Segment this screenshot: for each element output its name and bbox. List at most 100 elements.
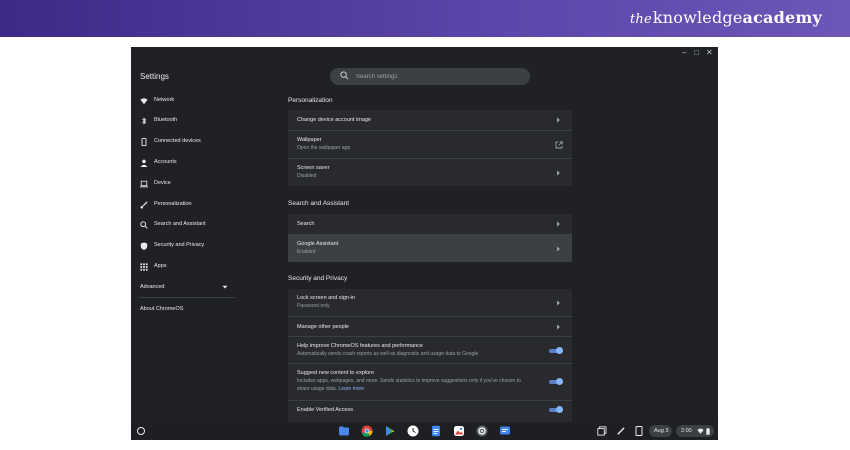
- phone-icon: [141, 138, 147, 146]
- window-titlebar: – □ ✕: [131, 47, 718, 61]
- time-label: 2:00: [681, 428, 692, 434]
- security-privacy-card: Lock screen and sign-in Password only Ma…: [288, 289, 572, 424]
- toggle-knob: [556, 406, 563, 413]
- row-google-assistant[interactable]: Google Assistant Enabled: [288, 234, 572, 262]
- docs-icon[interactable]: [430, 425, 442, 437]
- search-input[interactable]: [356, 68, 521, 85]
- row-screen-saver[interactable]: Screen saver Disabled: [288, 158, 572, 186]
- toggle-knob: [556, 378, 563, 385]
- bluetooth-icon: [142, 117, 147, 125]
- external-link-icon[interactable]: [555, 141, 563, 149]
- help-improve-toggle[interactable]: [549, 347, 563, 354]
- row-sublabel: Password only: [297, 303, 330, 309]
- row-help-improve: Help improve ChromeOS features and perfo…: [288, 336, 572, 363]
- suggest-content-toggle[interactable]: [549, 378, 563, 385]
- row-label: Search: [297, 221, 315, 227]
- brand-the: the: [629, 12, 652, 27]
- sidebar-item-device[interactable]: Device: [131, 175, 241, 193]
- sidebar-item-bluetooth[interactable]: Bluetooth: [131, 112, 241, 130]
- shelf: Aug 3 2:00: [131, 422, 718, 440]
- gallery-icon[interactable]: [453, 425, 465, 437]
- sidebar-item-security-and-privacy[interactable]: Security and Privacy: [131, 237, 241, 255]
- row-label: Wallpaper: [297, 137, 322, 143]
- laptop-icon: [140, 180, 148, 188]
- apps-grid-icon: [140, 263, 148, 271]
- restore-icon[interactable]: □: [694, 49, 699, 57]
- section-title-security-and-privacy: Security and Privacy: [288, 275, 348, 282]
- minimize-icon[interactable]: –: [682, 49, 686, 57]
- row-label: Manage other people: [297, 324, 349, 330]
- section-title-search-and-assistant: Search and Assistant: [288, 200, 350, 207]
- verified-access-toggle[interactable]: [549, 406, 563, 413]
- row-sublabel-line2: share usage data.: [297, 386, 338, 392]
- sidebar-item-label: Bluetooth: [154, 117, 178, 123]
- chevron-down-icon[interactable]: [222, 284, 228, 290]
- row-verified-access: Enable Verified Access: [288, 400, 572, 424]
- settings-window: – □ ✕ Settings Network Bluetooth Connect…: [131, 47, 718, 440]
- toggle-knob: [556, 347, 563, 354]
- learn-more-link[interactable]: Learn more: [338, 386, 364, 392]
- play-store-icon[interactable]: [384, 425, 396, 437]
- sidebar-item-network[interactable]: Network: [131, 92, 241, 110]
- row-search[interactable]: Search: [288, 214, 572, 234]
- sidebar-item-label: Network: [154, 97, 175, 103]
- date-label: Aug 3: [654, 428, 669, 434]
- sidebar-item-about[interactable]: About ChromeOS: [140, 306, 183, 312]
- chevron-right-icon: [557, 221, 560, 227]
- chevron-right-icon: [557, 117, 560, 123]
- row-manage-other-people[interactable]: Manage other people: [288, 316, 572, 336]
- search-box[interactable]: [330, 68, 530, 85]
- settings-app-icon[interactable]: [476, 425, 488, 437]
- row-wallpaper[interactable]: Wallpaper Open the wallpaper app: [288, 130, 572, 158]
- row-change-account-image[interactable]: Change device account image: [288, 110, 572, 130]
- brand-academy: academy: [742, 8, 822, 27]
- sidebar-item-label: Apps: [154, 263, 167, 269]
- sidebar-item-connected-devices[interactable]: Connected devices: [131, 133, 241, 151]
- row-suggest-content: Suggest new content to explore Includes …: [288, 363, 572, 400]
- row-label: Change device account image: [297, 117, 371, 123]
- wifi-status-icon: [697, 428, 704, 434]
- sidebar-advanced-toggle[interactable]: Advanced: [140, 284, 164, 290]
- row-label: Google Assistant: [297, 241, 339, 247]
- brand-banner: theknowledgeacademy: [0, 0, 850, 37]
- stylus-icon[interactable]: [616, 427, 625, 436]
- section-title-personalization: Personalization: [288, 97, 333, 104]
- messages-icon[interactable]: [499, 425, 511, 437]
- close-icon[interactable]: ✕: [706, 49, 713, 57]
- sidebar-item-label: Search and Assistant: [154, 221, 206, 227]
- chrome-icon[interactable]: [361, 425, 373, 437]
- search-icon: [140, 221, 148, 229]
- sidebar-item-personalization[interactable]: Personalization: [131, 196, 241, 214]
- status-tray[interactable]: 2:00: [676, 425, 714, 437]
- sidebar-item-label: Accounts: [154, 159, 177, 165]
- row-sublabel: Automatically sends crash reports as wel…: [297, 351, 479, 357]
- sidebar-divider: [139, 297, 235, 298]
- search-icon: [340, 71, 349, 80]
- chevron-right-icon: [557, 324, 560, 330]
- brand-knowledge: knowledge: [652, 8, 743, 27]
- sidebar-item-accounts[interactable]: Accounts: [131, 154, 241, 172]
- sidebar-item-label: Connected devices: [154, 138, 201, 144]
- sidebar-item-apps[interactable]: Apps: [131, 258, 241, 276]
- date-tray[interactable]: Aug 3: [649, 425, 672, 437]
- row-sublabel: Disabled: [297, 173, 317, 179]
- overview-icon[interactable]: [597, 426, 607, 436]
- row-label: Lock screen and sign-in: [297, 295, 356, 301]
- row-sublabel: Includes apps, webpages, and more. Sends…: [297, 378, 521, 384]
- row-label: Help improve ChromeOS features and perfo…: [297, 343, 423, 349]
- files-app-icon[interactable]: [338, 425, 350, 437]
- sidebar-item-label: Personalization: [154, 201, 192, 207]
- chevron-right-icon: [557, 300, 560, 306]
- row-label: Suggest new content to explore: [297, 370, 375, 376]
- sidebar-item-search-and-assistant[interactable]: Search and Assistant: [131, 216, 241, 234]
- launcher-icon[interactable]: [137, 427, 145, 435]
- row-lock-screen[interactable]: Lock screen and sign-in Password only: [288, 289, 572, 316]
- personalization-card: Change device account image Wallpaper Op…: [288, 110, 572, 186]
- shield-icon: [140, 242, 148, 250]
- row-sublabel-continued: share usage data. Learn more: [297, 386, 364, 392]
- row-sublabel: Enabled: [297, 249, 316, 255]
- row-label: Screen saver: [297, 165, 330, 171]
- phone-hub-icon[interactable]: [635, 426, 643, 436]
- row-sublabel: Open the wallpaper app: [297, 145, 351, 151]
- clock-icon[interactable]: [407, 425, 419, 437]
